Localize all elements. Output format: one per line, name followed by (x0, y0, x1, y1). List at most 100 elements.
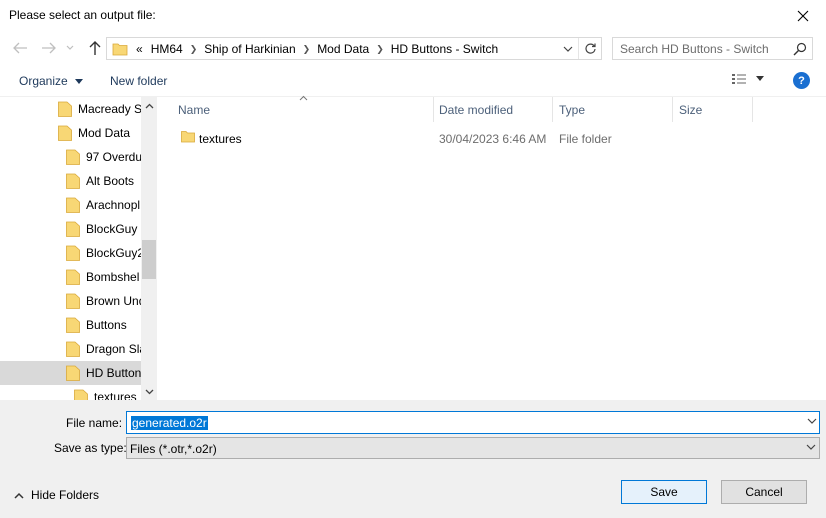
refresh-button[interactable] (578, 38, 601, 59)
tree-item-label: HD Button (86, 366, 142, 380)
chevron-down-icon (66, 45, 74, 50)
tree-item[interactable]: Dragon Sla (0, 337, 146, 361)
column-divider[interactable] (552, 97, 553, 122)
organize-button[interactable]: Organize (19, 74, 84, 88)
file-name-input[interactable]: generated.o2r (131, 416, 208, 430)
scroll-up-button[interactable] (141, 97, 157, 114)
breadcrumb-item[interactable]: Mod Data (313, 42, 373, 56)
tree-item-label: textures (94, 390, 137, 400)
breadcrumb-separator-icon[interactable]: ❯ (300, 44, 314, 55)
tree-item[interactable]: BlockGuy (0, 217, 141, 241)
back-button[interactable] (9, 38, 31, 58)
scroll-thumb[interactable] (142, 240, 156, 279)
breadcrumb-separator-icon[interactable]: ❯ (373, 44, 387, 55)
tree-item-label: 97 Overdu (86, 150, 143, 164)
breadcrumb-separator-icon[interactable]: ❯ (187, 44, 201, 55)
tree-item[interactable]: Arachnopl (0, 193, 141, 217)
folder-icon (66, 245, 80, 261)
folder-icon (66, 149, 80, 165)
navigation-pane[interactable]: Macready S Mod Data 97 Overdu Alt Boots Arac… (0, 97, 157, 400)
close-button[interactable] (780, 0, 826, 31)
tree-item[interactable]: BlockGuy2 (0, 241, 145, 265)
tree-item[interactable]: Macready S (0, 97, 143, 121)
chevron-down-icon (806, 444, 816, 450)
tree-item-label: Buttons (86, 318, 127, 332)
file-list[interactable]: Name Date modified Type Size textures 30… (157, 95, 826, 400)
chevron-down-icon[interactable] (807, 418, 817, 424)
save-type-value: Files (*.otr,*.o2r) (130, 442, 217, 456)
save-type-select[interactable]: Files (*.otr,*.o2r) (126, 437, 820, 459)
refresh-icon (584, 43, 596, 54)
tree-item-label: Macready S (78, 102, 143, 116)
navigation-bar: « HM64 ❯ Ship of Harkinian ❯ Mod Data ❯ … (0, 31, 826, 65)
tree-item[interactable]: Mod Data (0, 121, 141, 145)
folder-icon (66, 269, 80, 285)
tree-item[interactable]: Buttons (0, 313, 141, 337)
close-icon (797, 10, 809, 21)
title-bar: Please select an output file: (0, 0, 826, 31)
search-icon (793, 42, 807, 56)
save-panel: File name: generated.o2r Save as type: F… (0, 400, 826, 518)
folder-icon (112, 43, 128, 56)
chevron-down-icon (563, 46, 573, 52)
column-header-name[interactable]: Name (178, 97, 210, 122)
breadcrumb: « HM64 ❯ Ship of Harkinian ❯ Mod Data ❯ … (132, 41, 502, 57)
new-folder-button[interactable]: New folder (110, 74, 167, 88)
column-header-size[interactable]: Size (679, 97, 702, 122)
tree-scrollbar[interactable] (141, 97, 157, 400)
tree-item[interactable]: Alt Boots (0, 169, 141, 193)
file-date-modified: 30/04/2023 6:46 AM (439, 132, 547, 146)
view-options-icon[interactable] (731, 73, 747, 87)
address-bar[interactable]: « HM64 ❯ Ship of Harkinian ❯ Mod Data ❯ … (106, 37, 602, 60)
column-divider[interactable] (672, 97, 673, 122)
column-header-date-modified[interactable]: Date modified (439, 97, 513, 122)
save-button[interactable]: Save (621, 480, 707, 504)
breadcrumb-item[interactable]: HM64 (147, 42, 187, 56)
up-button[interactable] (84, 38, 106, 58)
folder-icon (66, 197, 80, 213)
address-history-button[interactable] (559, 38, 577, 59)
organize-label: Organize (19, 74, 68, 88)
breadcrumb-item[interactable]: HD Buttons - Switch (387, 42, 502, 56)
tree-item[interactable]: Bombshel (0, 265, 141, 289)
folder-icon (66, 221, 80, 237)
search-box[interactable]: Search HD Buttons - Switch (612, 37, 813, 60)
recent-locations-button[interactable] (62, 38, 78, 58)
tree-item-label: Alt Boots (86, 174, 135, 188)
column-divider[interactable] (433, 97, 434, 122)
tree-item[interactable]: HD Button (0, 361, 141, 385)
tree-item[interactable]: Brown Und (0, 289, 145, 313)
tree-item-label: BlockGuy2 (86, 246, 145, 260)
forward-button[interactable] (38, 38, 60, 58)
hide-folders-button[interactable]: Hide Folders (14, 488, 99, 502)
tree-item[interactable]: textures (0, 385, 141, 400)
scroll-down-button[interactable] (141, 383, 157, 400)
tree-item-label: BlockGuy (86, 222, 138, 236)
cancel-button[interactable]: Cancel (721, 480, 807, 504)
hide-folders-label: Hide Folders (31, 488, 100, 502)
file-name-field[interactable]: generated.o2r (126, 411, 820, 434)
breadcrumb-item[interactable]: Ship of Harkinian (200, 42, 299, 56)
chevron-up-icon (14, 492, 24, 499)
arrow-up-icon (89, 41, 101, 55)
tree-item[interactable]: 97 Overdu (0, 145, 143, 169)
view-dropdown-icon[interactable] (756, 76, 764, 81)
folder-icon (66, 293, 80, 309)
folder-icon (74, 389, 88, 400)
help-button[interactable]: ? (793, 72, 810, 89)
column-divider[interactable] (752, 97, 753, 122)
command-bar: Organize New folder ? (0, 65, 826, 97)
search-input[interactable]: Search HD Buttons - Switch (620, 42, 769, 56)
arrow-right-icon (42, 42, 56, 54)
column-header-type[interactable]: Type (559, 97, 585, 122)
tree-item-label: Bombshel (86, 270, 140, 284)
folder-icon (66, 317, 80, 333)
breadcrumb-overflow[interactable]: « (132, 42, 147, 56)
table-row[interactable]: textures 30/04/2023 6:46 AM File folder (157, 127, 826, 149)
tree-item-label: Dragon Sla (86, 342, 147, 356)
file-type: File folder (559, 132, 612, 146)
chevron-up-icon (145, 103, 153, 108)
folder-icon (66, 341, 80, 357)
chevron-down-icon (75, 79, 84, 85)
chevron-down-icon (145, 389, 153, 394)
